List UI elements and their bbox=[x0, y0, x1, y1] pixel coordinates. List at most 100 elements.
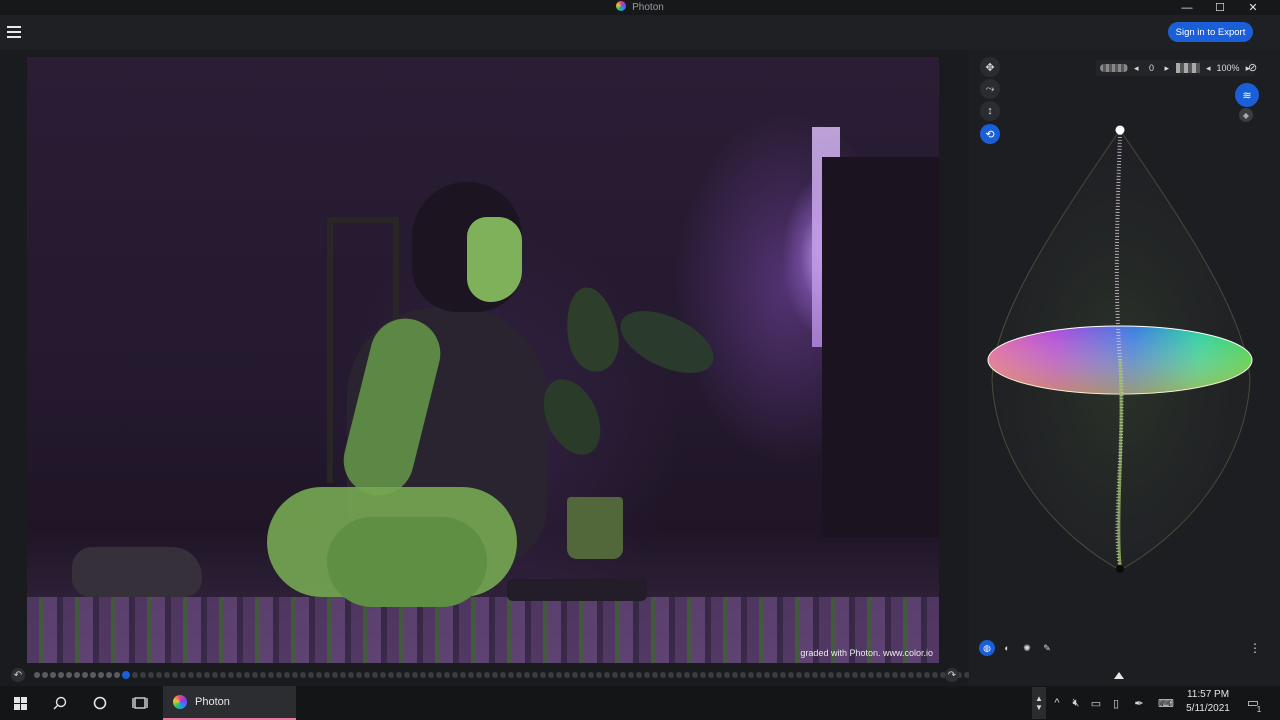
timeline-step[interactable] bbox=[396, 672, 402, 678]
timeline-step[interactable] bbox=[90, 672, 96, 678]
timeline-step[interactable] bbox=[74, 672, 80, 678]
timeline-step[interactable] bbox=[196, 672, 202, 678]
pen-icon[interactable]: ✒ bbox=[1131, 690, 1147, 716]
eyedropper-icon[interactable]: ✎ bbox=[1039, 640, 1055, 656]
noise-increase-icon[interactable]: ▸ bbox=[1165, 63, 1170, 74]
timeline-step[interactable] bbox=[204, 672, 210, 678]
maximize-button[interactable]: ☐ bbox=[1203, 0, 1237, 15]
timeline-step[interactable] bbox=[740, 672, 746, 678]
timeline-step[interactable] bbox=[284, 672, 290, 678]
timeline-step[interactable] bbox=[780, 672, 786, 678]
timeline-step[interactable] bbox=[372, 672, 378, 678]
black-point-handle[interactable] bbox=[1116, 565, 1124, 573]
timeline-step[interactable] bbox=[884, 672, 890, 678]
timeline-step[interactable] bbox=[924, 672, 930, 678]
timeline-step[interactable] bbox=[82, 672, 88, 678]
keyboard-icon[interactable]: ⌨ bbox=[1155, 690, 1177, 716]
timeline-step[interactable] bbox=[556, 672, 562, 678]
color-sphere-visualization[interactable] bbox=[984, 120, 1256, 580]
volume-muted-icon[interactable]: 🔇︎ bbox=[1068, 690, 1084, 716]
sparkle-icon[interactable]: ✺ bbox=[1019, 640, 1035, 656]
display-icon[interactable]: ▭ bbox=[1089, 690, 1103, 716]
timeline-step[interactable] bbox=[332, 672, 338, 678]
undo-icon[interactable]: ↶ bbox=[11, 668, 25, 682]
timeline-step[interactable] bbox=[692, 672, 698, 678]
move-icon[interactable]: ✥ bbox=[980, 57, 1000, 77]
timeline-step[interactable] bbox=[844, 672, 850, 678]
timeline-step[interactable] bbox=[292, 672, 298, 678]
timeline-step[interactable] bbox=[524, 672, 530, 678]
sign-in-to-export-button[interactable]: Sign in to Export bbox=[1168, 22, 1253, 42]
timeline-step[interactable] bbox=[180, 672, 186, 678]
timeline-step[interactable] bbox=[756, 672, 762, 678]
timeline-step[interactable] bbox=[804, 672, 810, 678]
vertical-arrows-icon[interactable]: ↕ bbox=[980, 101, 1000, 121]
timeline-step[interactable] bbox=[42, 672, 48, 678]
noise-control[interactable]: ◂ 0 ▸ bbox=[1096, 60, 1174, 76]
timeline-step[interactable] bbox=[268, 672, 274, 678]
timeline-step[interactable] bbox=[700, 672, 706, 678]
timeline-step[interactable] bbox=[612, 672, 618, 678]
timeline-step[interactable] bbox=[380, 672, 386, 678]
timeline-step[interactable] bbox=[540, 672, 546, 678]
timeline-step[interactable] bbox=[828, 672, 834, 678]
timeline-step[interactable] bbox=[324, 672, 330, 678]
timeline-step[interactable] bbox=[34, 672, 40, 678]
timeline-step[interactable] bbox=[876, 672, 882, 678]
timeline-step[interactable] bbox=[852, 672, 858, 678]
noise-decrease-icon[interactable]: ◂ bbox=[1134, 63, 1139, 74]
windows-start-icon[interactable] bbox=[8, 686, 32, 720]
timeline-step[interactable] bbox=[156, 672, 162, 678]
white-point-handle[interactable] bbox=[1115, 125, 1125, 135]
timeline-step[interactable] bbox=[916, 672, 922, 678]
timeline-step[interactable] bbox=[788, 672, 794, 678]
search-icon[interactable] bbox=[48, 686, 72, 720]
timeline-step[interactable] bbox=[172, 672, 178, 678]
timeline-step[interactable] bbox=[532, 672, 538, 678]
opacity-decrease-icon[interactable]: ◂ bbox=[1206, 63, 1211, 74]
timeline-step[interactable] bbox=[620, 672, 626, 678]
timeline-step[interactable] bbox=[66, 672, 72, 678]
history-timeline[interactable] bbox=[34, 671, 1154, 679]
timeline-step[interactable] bbox=[444, 672, 450, 678]
close-button[interactable]: ✕ bbox=[1236, 0, 1270, 15]
timeline-step[interactable] bbox=[212, 672, 218, 678]
timeline-step[interactable] bbox=[548, 672, 554, 678]
opacity-control[interactable]: ◂ 100% ▸ bbox=[1172, 60, 1255, 76]
globe-icon[interactable]: ◍ bbox=[979, 640, 995, 656]
timeline-step[interactable] bbox=[476, 672, 482, 678]
timeline-step[interactable] bbox=[892, 672, 898, 678]
timeline-step[interactable] bbox=[460, 672, 466, 678]
battery-icon[interactable]: ▯ bbox=[1109, 690, 1123, 716]
timeline-step[interactable] bbox=[308, 672, 314, 678]
contrast-icon[interactable]: ◐ bbox=[999, 640, 1015, 656]
timeline-step[interactable] bbox=[436, 672, 442, 678]
timeline-step[interactable] bbox=[316, 672, 322, 678]
timeline-step[interactable] bbox=[300, 672, 306, 678]
show-hidden-icons-icon[interactable]: ^ bbox=[1050, 690, 1064, 716]
timeline-step[interactable] bbox=[636, 672, 642, 678]
timeline-step[interactable] bbox=[596, 672, 602, 678]
timeline-step[interactable] bbox=[356, 672, 362, 678]
timeline-step[interactable] bbox=[604, 672, 610, 678]
hamburger-menu-icon[interactable] bbox=[7, 26, 21, 38]
timeline-step[interactable] bbox=[260, 672, 266, 678]
timeline-step[interactable] bbox=[644, 672, 650, 678]
timeline-step[interactable] bbox=[836, 672, 842, 678]
clock[interactable]: 11:57 PM 5/11/2021 bbox=[1180, 688, 1236, 716]
cortana-icon[interactable] bbox=[88, 686, 112, 720]
timeline-step[interactable] bbox=[164, 672, 170, 678]
timeline-step[interactable] bbox=[364, 672, 370, 678]
timeline-step[interactable] bbox=[796, 672, 802, 678]
timeline-step[interactable] bbox=[932, 672, 938, 678]
layers-icon[interactable]: ≋ bbox=[1235, 83, 1259, 107]
timeline-step[interactable] bbox=[668, 672, 674, 678]
timeline-step[interactable] bbox=[106, 672, 112, 678]
timeline-step[interactable] bbox=[244, 672, 250, 678]
more-options-icon[interactable]: ⋮ bbox=[1249, 641, 1261, 655]
timeline-step[interactable] bbox=[708, 672, 714, 678]
timeline-step[interactable] bbox=[148, 672, 154, 678]
timeline-step[interactable] bbox=[732, 672, 738, 678]
timeline-step[interactable] bbox=[452, 672, 458, 678]
timeline-step[interactable] bbox=[404, 672, 410, 678]
